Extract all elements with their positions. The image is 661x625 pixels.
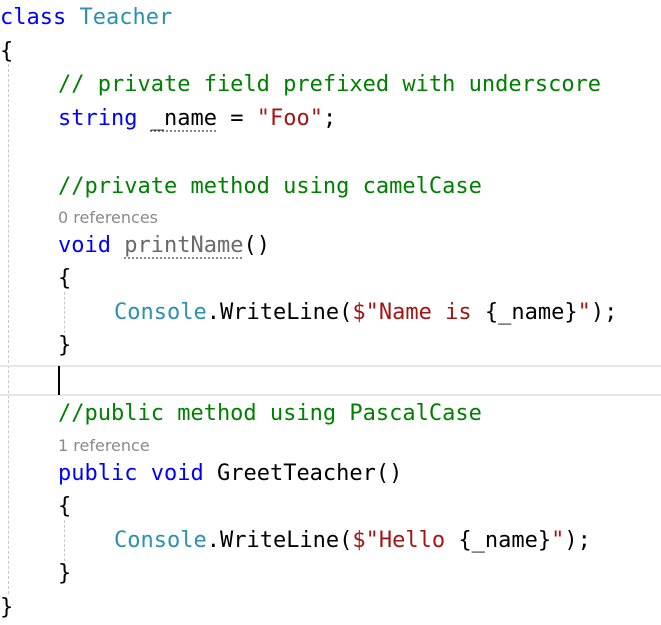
writeline-call: .WriteLine( — [206, 300, 353, 325]
console-class-ref: Console — [114, 300, 207, 325]
printname-return-type: void — [58, 233, 111, 258]
code-line-field[interactable]: string _name = "Foo"; — [58, 102, 336, 136]
code-line-greetteacher-close-brace[interactable]: } — [58, 557, 71, 591]
class-open-brace: { — [0, 39, 14, 64]
field-semicolon: ; — [322, 106, 337, 131]
code-line-open-brace[interactable]: { — [0, 35, 13, 69]
code-line-printname-close-brace[interactable]: } — [58, 329, 71, 363]
call-end: ); — [590, 300, 618, 325]
string-literal: "Hello — [365, 528, 459, 553]
call-end: ); — [564, 528, 591, 553]
code-line-class-declaration[interactable]: class Teacher — [0, 1, 172, 35]
printname-open-brace: { — [58, 266, 72, 291]
greetteacher-close-brace: } — [58, 561, 72, 586]
code-line-field-comment[interactable]: // private field prefixed with underscor… — [58, 68, 601, 102]
code-editor[interactable]: class Teacher { // private field prefixe… — [0, 0, 661, 625]
field-type: string — [58, 106, 138, 131]
code-line-greetteacher-body[interactable]: Console.WriteLine($"Hello {_name}"); — [114, 524, 591, 558]
console-class-ref: Console — [114, 528, 207, 553]
code-line-private-method-comment[interactable]: //private method using camelCase — [58, 170, 482, 204]
printname-method-name: printName — [124, 233, 244, 258]
string-end-quote: " — [577, 300, 591, 325]
greetteacher-parens: () — [375, 461, 403, 486]
interpolation-expression: {_name} — [484, 300, 578, 325]
class-close-brace: } — [0, 595, 14, 620]
code-line-class-close-brace[interactable]: } — [0, 591, 13, 625]
greetteacher-return-type: void — [150, 461, 204, 486]
interpolation-prefix: $ — [352, 300, 366, 325]
field-value: "Foo" — [256, 106, 323, 131]
code-line-public-method-comment[interactable]: //public method using PascalCase — [58, 397, 482, 431]
code-line-printname-open-brace[interactable]: { — [58, 262, 71, 296]
greetteacher-modifier: public — [58, 461, 138, 486]
public-method-comment: //public method using PascalCase — [58, 401, 482, 426]
text-caret — [58, 366, 60, 395]
string-literal: "Name is — [365, 300, 485, 325]
class-name: Teacher — [79, 5, 173, 30]
interpolation-expression: {_name} — [458, 528, 552, 553]
code-line-printname-body[interactable]: Console.WriteLine($"Name is {_name}"); — [114, 296, 617, 330]
string-end-quote: " — [551, 528, 565, 553]
field-name: _name — [150, 106, 217, 131]
code-line-printname-signature[interactable]: void printName() — [58, 229, 270, 263]
codelens-references-greetteacher[interactable]: 1 reference — [58, 436, 150, 456]
greetteacher-method-name: GreetTeacher — [216, 461, 376, 486]
field-equals: = — [216, 106, 257, 131]
writeline-call: .WriteLine( — [206, 528, 353, 553]
code-line-greetteacher-signature[interactable]: public void GreetTeacher() — [58, 457, 402, 491]
code-line-greetteacher-open-brace[interactable]: { — [58, 490, 71, 524]
codelens-references-printname[interactable]: 0 references — [58, 208, 158, 228]
indent-guide-class — [8, 64, 9, 594]
field-comment: // private field prefixed with underscor… — [58, 72, 602, 97]
class-keyword: class — [0, 5, 67, 30]
current-line-highlight — [0, 365, 661, 396]
greetteacher-open-brace: { — [58, 494, 72, 519]
printname-parens: () — [243, 233, 270, 258]
private-method-comment: //private method using camelCase — [58, 174, 482, 199]
printname-close-brace: } — [58, 333, 72, 358]
interpolation-prefix: $ — [352, 528, 366, 553]
